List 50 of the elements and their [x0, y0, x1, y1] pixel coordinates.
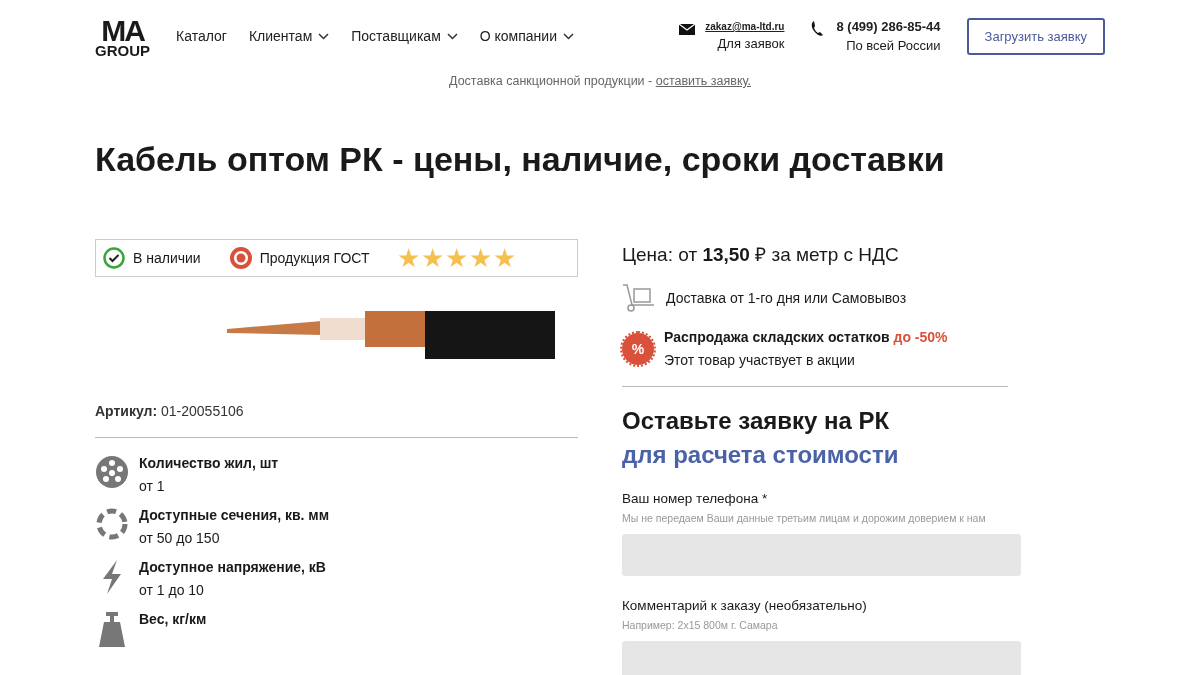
email-link[interactable]: zakaz@ma-ltd.ru	[705, 21, 785, 32]
hand-truck-icon	[622, 283, 656, 313]
in-stock-label: В наличии	[133, 250, 201, 266]
email-caption: Для заявок	[717, 36, 785, 51]
phone-caption: По всей России	[846, 38, 941, 53]
field-label: Ваш номер телефона *	[622, 491, 769, 506]
phone-number[interactable]: 8 (499) 286-85-44	[836, 19, 941, 34]
spec-label: Количество жил, шт	[139, 455, 279, 471]
star-icon: ★	[469, 245, 493, 271]
page-title: Кабель оптом РК - цены, наличие, сроки доставки	[95, 140, 946, 179]
quality-seal-icon	[228, 246, 253, 270]
sale-note: Этот товар участвует в акции	[664, 352, 856, 368]
price-text: Цена: от 13,50 ₽ за метр с НДС	[622, 243, 900, 267]
nav-link[interactable]: О компании	[479, 28, 574, 44]
chevron-down-icon	[318, 32, 330, 40]
sale-title: Распродажа складских остатков до -50%	[664, 329, 948, 345]
spec-value: от 1 до 10	[139, 582, 205, 598]
form-subtitle: для расчета стоимости	[622, 441, 900, 469]
spec-label: Вес, кг/км	[139, 611, 207, 627]
spec-label: Доступные сечения, кв. мм	[139, 507, 330, 523]
gost-label: Продукция ГОСТ	[259, 250, 370, 266]
envelope-icon	[679, 24, 696, 35]
form-title: Оставьте заявку на РК	[622, 407, 891, 435]
notice-text: Доставка санкционной продукции -	[449, 74, 654, 88]
chevron-down-icon	[563, 32, 574, 40]
nav-link[interactable]: Поставщикам	[351, 28, 458, 44]
delivery-text: Доставка от 1-го дня или Самовывоз	[666, 290, 907, 306]
spec-label: Доступное напряжение, кВ	[139, 559, 326, 575]
check-circle-icon	[103, 247, 125, 269]
field-label: Комментарий к заказу (необязательно)	[622, 598, 868, 613]
field-hint: Например: 2х15 800м г. Самара	[622, 619, 779, 631]
nav-link[interactable]: Клиентам	[248, 28, 330, 44]
star-icon: ★	[397, 245, 421, 271]
dashed-circle-icon	[95, 507, 129, 541]
star-icon: ★	[493, 245, 517, 271]
input-field[interactable]	[622, 534, 1021, 576]
spec-value: от 1	[139, 478, 166, 494]
cable-cores-icon	[95, 455, 129, 489]
spec-value: от 50 до 150	[139, 530, 221, 546]
article-number: Артикул: 01-20055106	[95, 403, 578, 438]
company-logo[interactable]: MA GROUP	[95, 16, 150, 58]
notice-link[interactable]: оставить заявку.	[655, 74, 751, 88]
chevron-down-icon	[446, 32, 458, 40]
percent-badge: %	[622, 332, 654, 365]
nav-link[interactable]: Каталог	[176, 28, 227, 44]
star-icon: ★	[421, 245, 445, 271]
input-field[interactable]	[622, 641, 1021, 675]
star-icon: ★	[445, 245, 469, 271]
field-hint: Мы не передаем Ваши данные третьим лицам и дорожим доверием к нам	[622, 512, 987, 524]
upload-request-button[interactable]: Загрузить заявку	[966, 17, 1105, 55]
